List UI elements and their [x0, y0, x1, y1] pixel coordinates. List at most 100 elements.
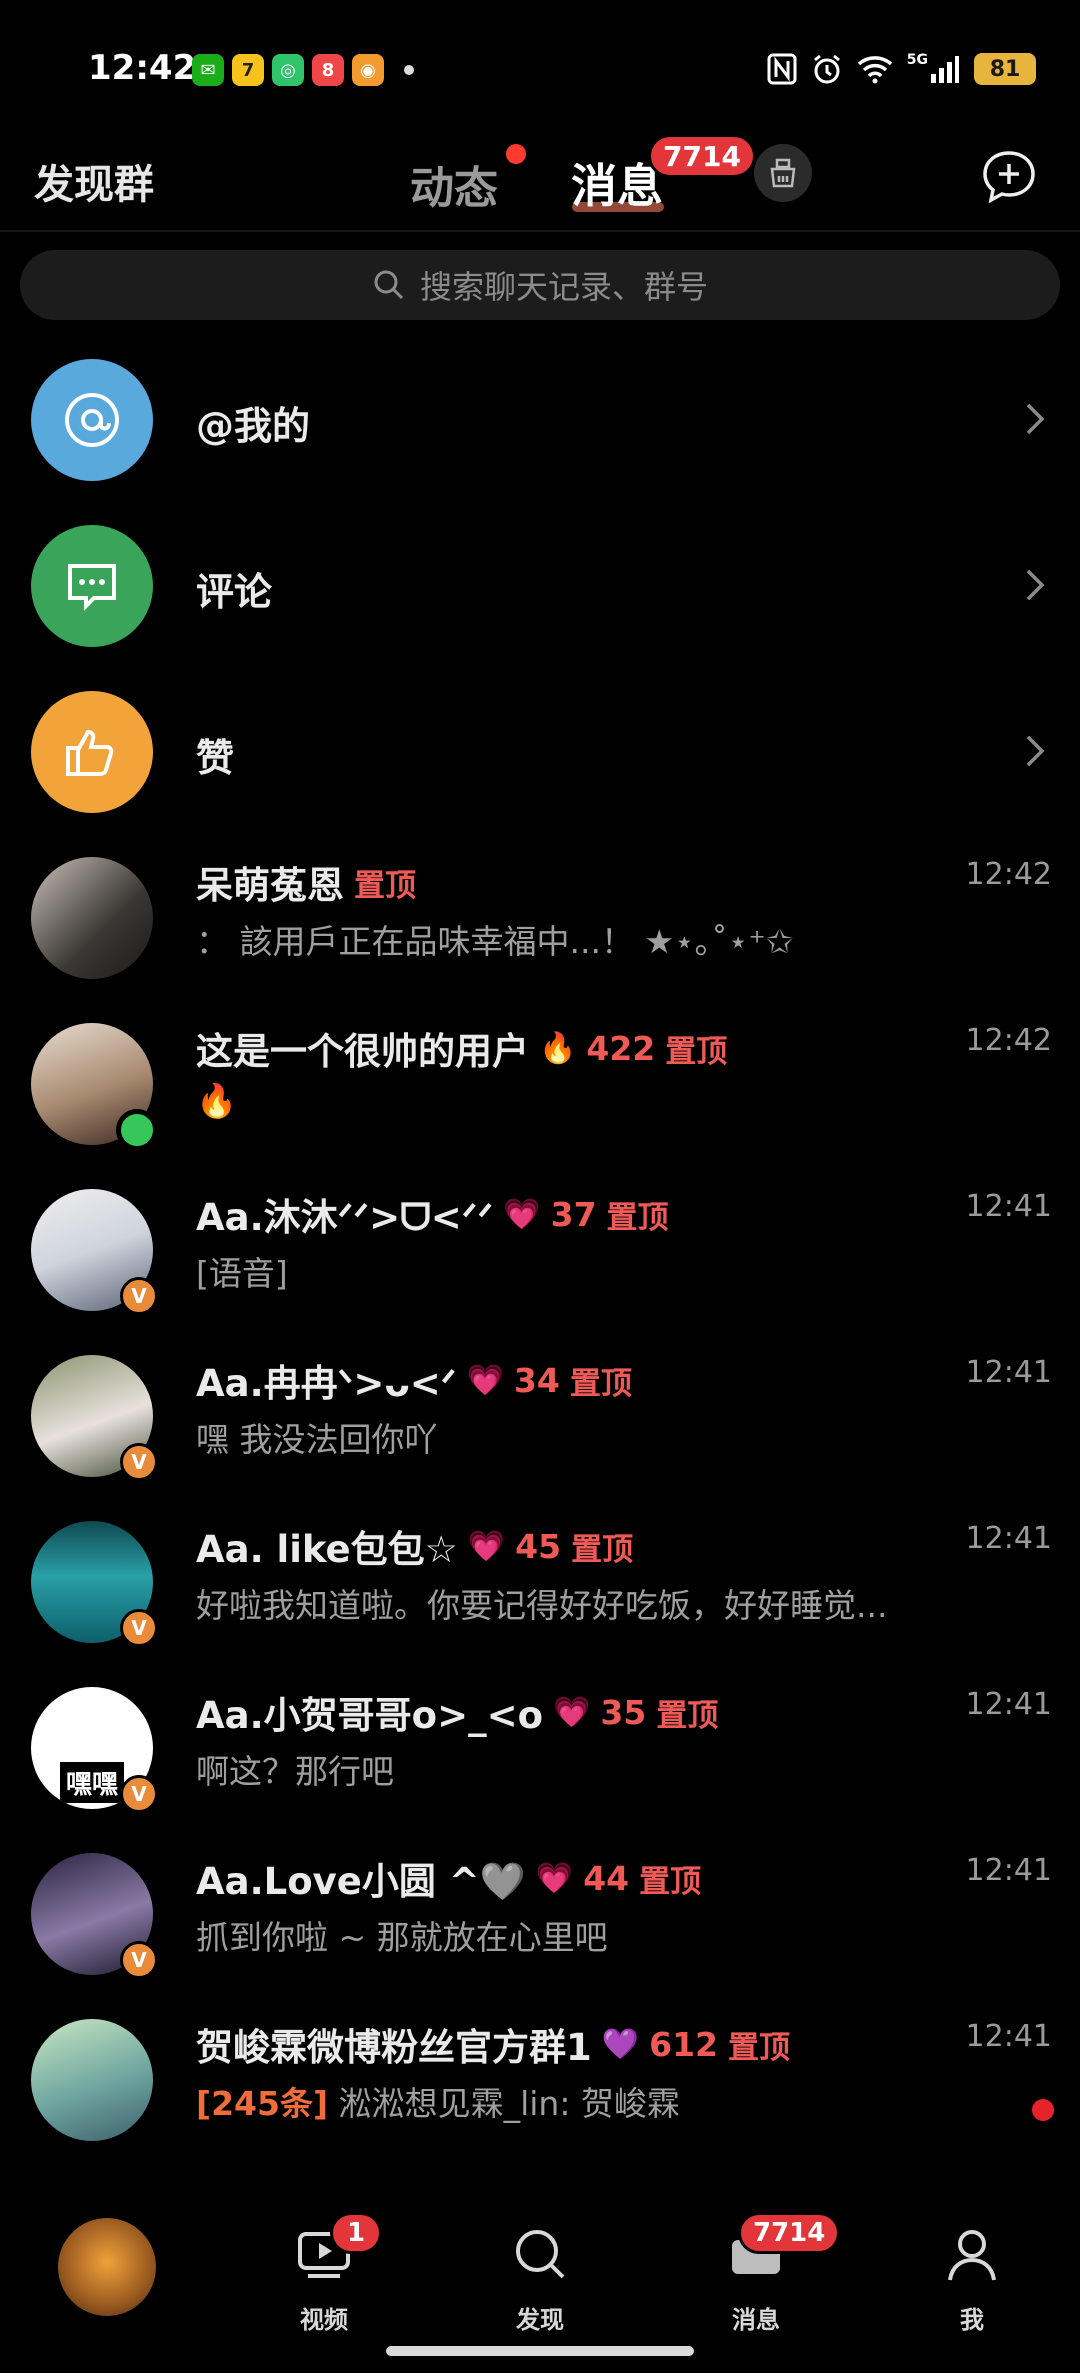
pinned-tag: 置顶 [665, 1033, 728, 1070]
chat-list-item[interactable]: V Aa.沐沐ᐟᐟ>ᗜ<ᐟᐟ 💗 37 置顶 12:41 [语音] [0, 1167, 1080, 1333]
chat-name: 贺峻霖微博粉丝官方群1 [196, 2026, 592, 2069]
streak-count: 612 [649, 2024, 718, 2064]
comments-label: 评论 [196, 570, 273, 614]
chat-list-item[interactable]: 这是一个很帅的用户 🔥 422 置顶 12:42 🔥 [0, 1001, 1080, 1167]
search-icon [516, 2230, 565, 2279]
broom-icon [770, 158, 796, 188]
chevron-right-icon [1026, 403, 1045, 435]
header-divider [0, 230, 1080, 232]
chat-preview: [245条] 淞淞想见霖_lin: 贺峻霖 [196, 2077, 680, 2125]
chat-name: 呆萌菟恩 [196, 864, 344, 907]
status-time: 12:42 [88, 48, 197, 88]
person-icon [948, 2230, 996, 2281]
tab-discover-label: 发现 [516, 2306, 564, 2334]
video-badge: 1 [330, 2212, 383, 2254]
search-input[interactable]: 搜索聊天记录、群号 [20, 250, 1060, 320]
tab-dynamic[interactable]: 动态 [410, 152, 498, 216]
meituan-icon: 7 [232, 54, 264, 86]
pinned-tag: 置顶 [354, 867, 416, 904]
chat-time: 12:41 [965, 1355, 1052, 1390]
cellular-signal-icon: 5G [907, 52, 960, 86]
chevron-right-icon [1026, 735, 1045, 767]
heart-icon: 💗 [466, 1362, 504, 1398]
chat-list-item[interactable]: V Aa.冉冉ᐠ>ᴗ<ᐟ 💗 34 置顶 12:41 嘿 我没法回你吖 [0, 1333, 1080, 1499]
search-icon [374, 270, 404, 300]
wifi-icon [857, 52, 893, 86]
fire-icon: 🔥 [539, 1030, 577, 1066]
status-app-icons: ✉ 7 ◎ 8 ◉ [192, 54, 414, 86]
chat-time: 12:41 [965, 1521, 1052, 1556]
chat-name: Aa.冉冉ᐠ>ᴗ<ᐟ [196, 1362, 457, 1405]
tab-video-label: 视频 [300, 2306, 348, 2334]
chat-list-item[interactable]: 呆萌菟恩 置顶 12:42 ： 該用戶正在品味幸福中...！ ★⋆｡˚⋆⁺✩ [0, 835, 1080, 1001]
discover-groups-button[interactable]: 发现群 [34, 152, 154, 210]
wechat-icon: ✉ [192, 54, 224, 86]
chat-preview: 嘿 我没法回你吖 [196, 1420, 438, 1459]
thumbs-up-icon [31, 691, 153, 813]
heart-icon: 💗 [535, 1860, 574, 1896]
verified-badge: V [120, 1443, 158, 1481]
intimacy-count: 35 [600, 1692, 647, 1732]
intimacy-count: 34 [513, 1360, 560, 1400]
chat-time: 12:41 [965, 1853, 1052, 1888]
chat-plus-icon [983, 151, 1035, 204]
avatar [31, 2019, 153, 2141]
likes-label: 赞 [196, 736, 235, 780]
chat-name: Aa.小贺哥哥o>_<o [196, 1694, 544, 1737]
messages-bottom-badge: 7714 [738, 2212, 841, 2254]
chat-list-item[interactable]: V Aa.Love小圆 ^🩶 💗 44 置顶 12:41 抓到你啦 ~ 那就放在… [0, 1831, 1080, 1997]
status-bar: 12:42 ✉ 7 ◎ 8 ◉ 5G 81 [0, 0, 1080, 140]
chat-time: 12:42 [965, 1023, 1052, 1058]
chat-time: 12:41 [965, 2019, 1052, 2054]
app-green-icon: ◎ [272, 54, 304, 86]
add-chat-button[interactable] [980, 148, 1038, 206]
verified-badge: V [120, 1277, 158, 1315]
avatar [31, 857, 153, 979]
pinned-tag: 置顶 [656, 1697, 719, 1734]
intimacy-count: 44 [583, 1858, 630, 1898]
chat-time: 12:41 [965, 1687, 1052, 1722]
dynamic-unread-dot [506, 144, 526, 164]
nfc-icon [767, 52, 797, 86]
mentions-row[interactable]: @我的 [0, 337, 1080, 503]
battery-indicator: 81 [974, 53, 1036, 85]
tab-me[interactable]: 我 [902, 2212, 1042, 2334]
verified-badge: V [120, 1609, 158, 1647]
profile-avatar[interactable] [58, 2218, 156, 2316]
home-indicator[interactable] [386, 2346, 694, 2356]
search-placeholder: 搜索聊天记录、群号 [419, 268, 708, 306]
pinned-tag: 置顶 [639, 1863, 702, 1900]
likes-row[interactable]: 赞 [0, 669, 1080, 835]
clear-unread-button[interactable] [754, 144, 812, 202]
comments-row[interactable]: 评论 [0, 503, 1080, 669]
chat-time: 12:41 [965, 1189, 1052, 1224]
verified-badge: V [120, 1775, 158, 1813]
pinned-tag: 置顶 [571, 1531, 634, 1568]
comment-icon [31, 525, 153, 647]
chevron-right-icon [1026, 569, 1045, 601]
mentions-label: @我的 [196, 404, 311, 448]
pinned-tag: 置顶 [569, 1365, 632, 1402]
chat-name: Aa.沐沐ᐟᐟ>ᗜ<ᐟᐟ [196, 1196, 494, 1239]
chat-preview: 抓到你啦 ~ 那就放在心里吧 [196, 1918, 608, 1957]
chat-list-item[interactable]: 贺峻霖微博粉丝官方群1 💜 612 置顶 12:41 [245条] 淞淞想见霖_… [0, 1997, 1080, 2163]
heart-icon: 💗 [467, 1528, 506, 1564]
verified-badge: V [120, 1941, 158, 1979]
pinned-tag: 置顶 [606, 1199, 669, 1236]
chat-time: 12:42 [965, 857, 1052, 892]
tab-discover[interactable]: 发现 [470, 2212, 610, 2334]
heart-icon: 💗 [553, 1694, 591, 1730]
xiaohongshu-icon: 8 [312, 54, 344, 86]
tab-video[interactable]: 1 视频 [254, 2212, 394, 2334]
chat-preview-text: 淞淞想见霖_lin: 贺峻霖 [338, 2084, 680, 2123]
pinned-tag: 置顶 [728, 2029, 790, 2066]
chat-list-item[interactable]: 嘿嘿 V Aa.小贺哥哥o>_<o 💗 35 置顶 12:41 啊这？那行吧 [0, 1665, 1080, 1831]
tab-messages-bottom[interactable]: 7714 消息 [686, 2212, 841, 2334]
intimacy-count: 37 [550, 1194, 597, 1234]
unread-count-highlight: [245条] [196, 2084, 329, 2123]
chat-preview: 啊这？那行吧 [196, 1752, 394, 1791]
chat-list-item[interactable]: V Aa. like包包☆ 💗 45 置顶 12:41 好啦我知道啦。你要记得好… [0, 1499, 1080, 1665]
at-icon [31, 359, 153, 481]
chat-name: Aa. like包包☆ [196, 1528, 458, 1571]
intimacy-count: 45 [515, 1526, 562, 1566]
